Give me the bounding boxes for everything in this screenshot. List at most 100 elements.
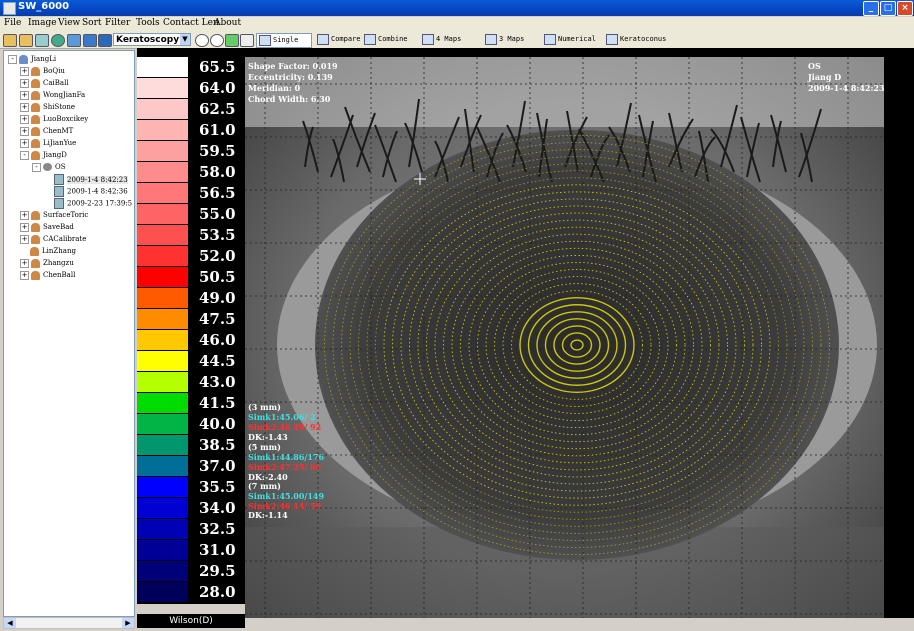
add-patient-icon[interactable] (19, 34, 33, 47)
legend-swatch (137, 435, 188, 455)
legend-swatch (137, 393, 188, 413)
tree-item-patient[interactable]: LinZhang (30, 246, 76, 257)
tree-item-patient[interactable]: + ChenBall (20, 270, 75, 281)
legend-row: 61.0 (137, 120, 245, 141)
database-icon[interactable] (35, 34, 49, 47)
mode-select[interactable]: Keratoscopy ▼ (113, 33, 191, 46)
tree-item-exam[interactable]: 2009-1-4 8:42:36 (54, 186, 128, 197)
legend-swatch (137, 561, 188, 581)
tree-item-patient[interactable]: + ChenMT (20, 126, 73, 137)
tree-scrollbar[interactable]: ◀ ▶ (3, 617, 135, 629)
tree-item-patient[interactable]: + SurfaceToric (20, 210, 88, 221)
expand-icon[interactable]: + (20, 222, 29, 232)
legend-swatch (137, 582, 188, 602)
zoom-in-icon[interactable] (195, 34, 209, 47)
legend-row: 53.5 (137, 225, 245, 246)
chevron-down-icon[interactable]: ▼ (180, 34, 190, 45)
patient-label: ChenBall (43, 271, 76, 279)
collapse-icon[interactable]: - (32, 162, 41, 172)
tree-item-patient[interactable]: + CaiBall (20, 78, 69, 89)
menu-contact-len[interactable]: Contact Len (163, 18, 219, 28)
numerical-label: Numerical (558, 35, 596, 43)
legend-value: 28.0 (199, 583, 236, 601)
zone-5mm-simk1: Simk1:44.86/176 (248, 452, 325, 462)
expand-icon[interactable]: + (20, 210, 29, 220)
legend-value: 64.0 (199, 79, 236, 97)
maximize-button[interactable]: □ (880, 1, 896, 16)
collapse-icon[interactable]: - (8, 54, 17, 64)
tree-root[interactable]: - JiangLi (8, 54, 56, 65)
tree-item-eye[interactable]: - OS (32, 162, 66, 173)
tree-item-patient[interactable]: + LiJianYue (20, 138, 76, 149)
patient-label: ShiStone (43, 103, 76, 111)
four-maps-icon (422, 33, 434, 45)
compare-button[interactable]: Compare (317, 33, 361, 46)
keratoscopy-image[interactable] (245, 57, 884, 618)
scroll-right-icon[interactable]: ▶ (122, 618, 134, 628)
menu-file[interactable]: File (4, 18, 21, 28)
tree-item-exam[interactable]: 2009-2-23 17:39:5 (54, 198, 132, 209)
exam-label: 2009-2-23 17:39:5 (67, 199, 133, 208)
expand-icon[interactable]: + (20, 102, 29, 112)
meridian: Meridian: 0 (248, 83, 301, 93)
eye-label: OS (55, 163, 66, 171)
tree-item-patient-expanded[interactable]: - JiangD (20, 150, 67, 161)
legend-row: 44.5 (137, 351, 245, 372)
scroll-left-icon[interactable]: ◀ (4, 618, 16, 628)
legend-row: 37.0 (137, 456, 245, 477)
expand-icon[interactable]: + (20, 258, 29, 268)
expand-icon[interactable]: + (20, 234, 29, 244)
image-icon[interactable] (83, 34, 97, 47)
tree-item-patient[interactable]: + WongJianFa (20, 90, 85, 101)
expand-icon[interactable]: + (20, 78, 29, 88)
close-button[interactable]: × (897, 1, 913, 16)
legend-swatch (137, 246, 188, 266)
expand-icon[interactable]: + (20, 66, 29, 76)
patient-icon[interactable] (3, 34, 17, 47)
expand-icon[interactable]: + (20, 138, 29, 148)
menu-tools[interactable]: Tools (136, 18, 160, 28)
expand-icon[interactable]: + (20, 270, 29, 280)
legend-swatch (137, 288, 188, 308)
folder-icon[interactable] (98, 34, 112, 47)
tree-item-patient[interactable]: + BoQiu (20, 66, 65, 77)
collapse-icon[interactable]: - (20, 150, 29, 160)
eye-icon[interactable] (51, 34, 65, 47)
refresh-icon[interactable] (225, 34, 239, 47)
zoom-out-icon[interactable] (210, 34, 224, 47)
menu-view[interactable]: View (58, 18, 80, 28)
tree-item-patient[interactable]: + SaveBad (20, 222, 74, 233)
tree-item-patient[interactable]: + Zhangzu (20, 258, 74, 269)
pointer-icon[interactable] (240, 34, 254, 47)
numerical-button[interactable]: Numerical (544, 33, 596, 46)
brow-area (245, 57, 884, 127)
tree-item-patient[interactable]: + CACalibrate (20, 234, 86, 245)
keratoconus-button[interactable]: Keratoconus (606, 33, 666, 46)
single-button[interactable]: Single (256, 33, 312, 48)
three-maps-button[interactable]: 3 Maps (485, 33, 524, 46)
minimize-button[interactable]: _ (863, 1, 879, 16)
legend-swatch (137, 225, 188, 245)
expand-icon[interactable]: + (20, 90, 29, 100)
capture-icon[interactable] (67, 34, 81, 47)
combine-icon (364, 33, 376, 45)
exam-icon (54, 174, 64, 185)
patient-tree[interactable]: - JiangLi + BoQiu + CaiBall + WongJianFa + Sh… (3, 50, 135, 617)
expand-icon[interactable]: + (20, 114, 29, 124)
expand-icon[interactable]: + (20, 126, 29, 136)
four-maps-button[interactable]: 4 Maps (422, 33, 461, 46)
tree-item-patient[interactable]: + ShiStone (20, 102, 75, 113)
legend-row: 58.0 (137, 162, 245, 183)
tree-item-patient[interactable]: + LuoBoxcikey (20, 114, 88, 125)
menu-about[interactable]: About (214, 18, 241, 28)
window-title: SW_6000 (18, 1, 70, 12)
menu-sort[interactable]: Sort (82, 18, 102, 28)
menu-filter[interactable]: Filter (105, 18, 130, 28)
patient-label: BoQiu (43, 67, 65, 75)
legend-row: 34.0 (137, 498, 245, 519)
menu-image[interactable]: Image (28, 18, 57, 28)
tree-item-exam[interactable]: 2009-1-4 8:42:23 (54, 174, 128, 185)
legend-footer: Wilson(D) (137, 614, 245, 628)
legend-value: 53.5 (199, 226, 236, 244)
combine-button[interactable]: Combine (364, 33, 408, 46)
